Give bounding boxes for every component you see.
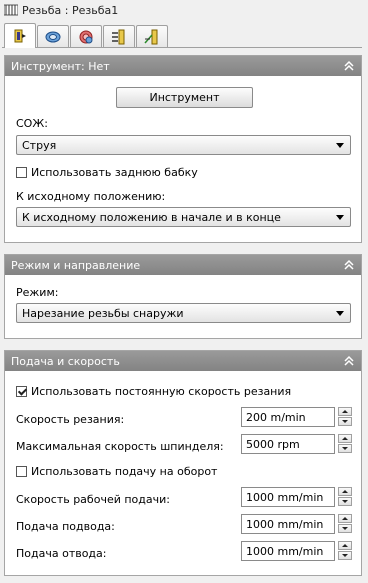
cut-speed-input[interactable]: 200 m/min xyxy=(241,407,335,427)
tab-entry-exit[interactable] xyxy=(136,25,168,48)
gear-tab-icon xyxy=(79,30,93,44)
thread-tab-icon xyxy=(45,31,61,43)
mode-select[interactable]: Нарезание резьбы снаружи xyxy=(16,303,351,323)
title-bar: Резьба : Резьба1 xyxy=(0,0,368,20)
spin-up-icon[interactable] xyxy=(338,434,352,443)
tab-gear[interactable] xyxy=(70,25,102,48)
tailstock-label: Использовать заднюю бабку xyxy=(31,166,198,179)
checkbox-icon[interactable] xyxy=(16,466,27,477)
approach-label: Подача подвода: xyxy=(16,520,115,533)
mode-panel-title: Режим и направление xyxy=(11,258,141,272)
levels-tab-icon xyxy=(112,29,125,45)
mode-panel-header[interactable]: Режим и направление xyxy=(5,255,361,275)
spin-up-icon[interactable] xyxy=(338,407,352,416)
approach-input[interactable]: 1000 mm/min xyxy=(241,514,335,534)
max-spindle-input[interactable]: 5000 rpm xyxy=(241,434,335,454)
work-feed-stepper[interactable]: 1000 mm/min xyxy=(241,487,353,507)
feed-per-rev-checkbox[interactable]: Использовать подачу на оборот xyxy=(16,465,217,478)
spin-up-icon[interactable] xyxy=(338,514,352,523)
chevron-down-icon xyxy=(336,311,344,316)
spin-down-icon[interactable] xyxy=(338,497,352,506)
spin-down-icon[interactable] xyxy=(338,444,352,453)
collapse-up-icon[interactable] xyxy=(343,355,355,367)
tab-bar xyxy=(4,23,169,48)
tailstock-checkbox[interactable]: Использовать заднюю бабку xyxy=(16,166,198,179)
css-checkbox[interactable]: Использовать постоянную скорость резания xyxy=(16,385,291,398)
collapse-up-icon[interactable] xyxy=(343,60,355,72)
tool-panel-title: Инструмент: Нет xyxy=(11,59,110,73)
feed-panel-header[interactable]: Подача и скорость xyxy=(5,351,361,371)
retract-stepper[interactable]: 1000 mm/min xyxy=(241,541,353,561)
home-value: К исходному положению в начале и в конце xyxy=(22,210,281,224)
chevron-down-icon xyxy=(336,143,344,148)
feed-panel: Подача и скорость Использовать постоянну… xyxy=(4,350,362,576)
tab-levels[interactable] xyxy=(103,25,135,48)
max-spindle-label: Максимальная скорость шпинделя: xyxy=(16,440,224,453)
home-select[interactable]: К исходному положению в начале и в конце xyxy=(16,207,351,227)
approach-stepper[interactable]: 1000 mm/min xyxy=(241,514,353,534)
window-title: Резьба : Резьба1 xyxy=(22,3,119,17)
coolant-select[interactable]: Струя xyxy=(16,135,351,155)
retract-label: Подача отвода: xyxy=(16,547,107,560)
mode-value: Нарезание резьбы снаружи xyxy=(22,306,184,320)
mode-panel: Режим и направление Режим: Нарезание рез… xyxy=(4,254,362,339)
tool-button[interactable]: Инструмент xyxy=(116,87,253,108)
feed-per-rev-label: Использовать подачу на оборот xyxy=(31,465,218,478)
mode-label: Режим: xyxy=(16,286,59,299)
tool-tab-icon xyxy=(14,29,26,43)
collapse-up-icon[interactable] xyxy=(343,259,355,271)
tab-thread[interactable] xyxy=(37,25,69,48)
feed-panel-title: Подача и скорость xyxy=(11,354,120,368)
tab-tool[interactable] xyxy=(4,23,36,48)
tool-panel-header[interactable]: Инструмент: Нет xyxy=(5,56,361,76)
cut-speed-stepper[interactable]: 200 m/min xyxy=(241,407,353,427)
tab-divider xyxy=(2,47,362,48)
spin-down-icon[interactable] xyxy=(338,524,352,533)
work-feed-input[interactable]: 1000 mm/min xyxy=(241,487,335,507)
home-label: К исходному положению: xyxy=(16,190,166,203)
cut-speed-label: Скорость резания: xyxy=(16,413,125,426)
work-feed-label: Скорость рабочей подачи: xyxy=(16,493,170,506)
coolant-label: СОЖ: xyxy=(16,117,48,130)
thread-feature-icon xyxy=(4,4,18,16)
spin-down-icon[interactable] xyxy=(338,417,352,426)
css-label: Использовать постоянную скорость резания xyxy=(31,385,292,398)
checkbox-checked-icon[interactable] xyxy=(16,386,27,397)
coolant-value: Струя xyxy=(22,138,57,152)
spin-down-icon[interactable] xyxy=(338,551,352,560)
tool-panel: Инструмент: Нет Инструмент СОЖ: Струя Ис… xyxy=(4,55,362,243)
entry-exit-tab-icon xyxy=(144,29,158,45)
max-spindle-stepper[interactable]: 5000 rpm xyxy=(241,434,353,454)
retract-input[interactable]: 1000 mm/min xyxy=(241,541,335,561)
spin-up-icon[interactable] xyxy=(338,487,352,496)
spin-up-icon[interactable] xyxy=(338,541,352,550)
chevron-down-icon xyxy=(336,215,344,220)
checkbox-icon[interactable] xyxy=(16,167,27,178)
